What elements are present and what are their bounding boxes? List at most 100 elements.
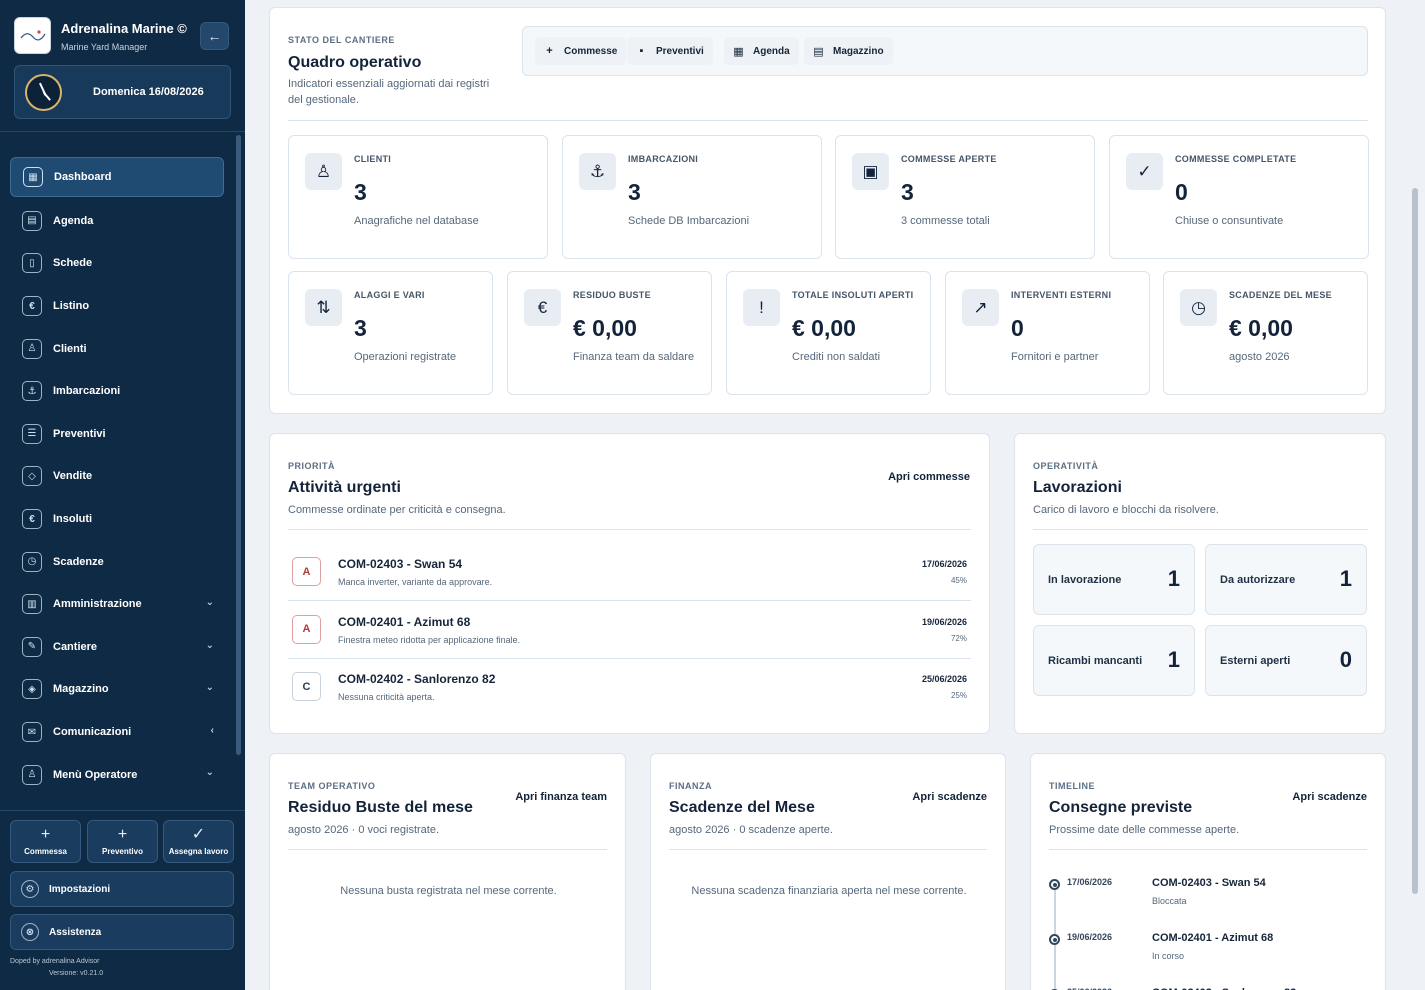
support-button[interactable]: ⊗ Assistenza: [10, 914, 234, 950]
stat-card-residuo-buste: € RESIDUO BUSTE € 0,00 Finanza team da sald…: [507, 271, 712, 395]
open-commesse-link[interactable]: Apri commesse: [888, 471, 970, 483]
buste-panel: TEAM OPERATIVO Residuo Buste del mese ag…: [269, 753, 626, 990]
quick-action-preventivo[interactable]: + Preventivo: [87, 820, 158, 863]
sidebar-item-vendite[interactable]: ◇ Vendite: [10, 455, 224, 498]
stat-value: 3: [628, 179, 641, 205]
sidebar-item-amministrazione[interactable]: ▥ Amministrazione ⌄: [10, 583, 224, 626]
timeline-item[interactable]: 17/06/2026 COM-02403 - Swan 54 Bloccata: [1049, 873, 1369, 923]
sidebar-item-clienti[interactable]: ♙ Clienti: [10, 327, 224, 370]
sidebar-item-label: Cantiere: [53, 640, 98, 653]
quick-link-label: Commesse: [564, 45, 618, 57]
arrows-vertical-icon: ⇅: [305, 289, 342, 326]
sidebar-item-dashboard[interactable]: ▦ Dashboard: [10, 157, 224, 197]
building-icon: ▥: [22, 594, 42, 615]
urgent-list-item[interactable]: A COM-02401 - Azimut 68 Finestra meteo rid…: [288, 602, 971, 659]
lavorazioni-eyebrow: OPERATIVITÀ: [1033, 461, 1099, 471]
stat-card-imbarcazioni: ⚓ IMBARCAZIONI 3 Schede DB Imbarcazioni: [562, 135, 822, 259]
sidebar-scrollbar[interactable]: [236, 135, 241, 755]
brand: Adrenalina Marine © Marine Yard Manager …: [14, 17, 236, 57]
timeline-item[interactable]: 25/06/2026COM-02402 - Sanlorenzo 82: [1049, 983, 1369, 990]
stat-label: INTERVENTI ESTERNI: [1011, 290, 1112, 300]
quick-link-magazzino[interactable]: ▤ Magazzino: [804, 37, 893, 65]
plus-icon: +: [546, 45, 553, 57]
lavorazioni-subtitle: Carico di lavoro e blocchi da risolvere.: [1033, 504, 1219, 516]
lavorazioni-box-label: In lavorazione: [1048, 574, 1122, 586]
quick-action-label: Preventivo: [102, 847, 143, 856]
sidebar-item-listino[interactable]: € Listino: [10, 285, 224, 328]
page-scrollbar[interactable]: [1412, 188, 1418, 894]
buste-subtitle: agosto 2026 · 0 voci registrate.: [288, 824, 440, 836]
alert-icon: !: [743, 289, 780, 326]
sidebar-item-scadenze[interactable]: ◷ Scadenze: [10, 540, 224, 583]
overview-panel: STATO DEL CANTIERE Quadro operativo Indi…: [269, 7, 1386, 414]
lavorazioni-box-in-lavorazione[interactable]: In lavorazione 1: [1033, 544, 1195, 615]
sidebar-item-preventivi[interactable]: ☰ Preventivi: [10, 413, 224, 456]
open-finanza-team-link[interactable]: Apri finanza team: [515, 791, 607, 803]
stat-note: Operazioni registrate: [354, 351, 457, 363]
sidebar-item-label: Vendite: [53, 470, 93, 483]
stat-card-scadenze-del-mese: ◷ SCADENZE DEL MESE € 0,00 agosto 2026: [1163, 271, 1368, 395]
quick-action-assegna-lavoro[interactable]: ✓ Assegna lavoro: [163, 820, 234, 863]
user-icon: ♙: [22, 338, 42, 359]
sidebar-item-imbarcazioni[interactable]: ⚓ Imbarcazioni: [10, 370, 224, 413]
priority-badge: A: [292, 557, 321, 586]
urgent-list-item[interactable]: C COM-02402 - Sanlorenzo 82 Nessuna critic…: [288, 659, 971, 716]
scadenze-title: Scadenze del Mese: [669, 799, 815, 816]
stat-note: Finanza team da saldare: [573, 351, 695, 363]
sidebar-item-cantiere[interactable]: ✎ Cantiere ⌄: [10, 626, 224, 669]
stat-card-clienti: ♙ CLIENTI 3 Anagrafiche nel database: [288, 135, 548, 259]
urgent-item-description: Manca inverter, variante da approvare.: [338, 577, 493, 587]
sidebar-item-comunicazioni[interactable]: ✉ Comunicazioni ‹: [10, 711, 224, 754]
urgent-list-item[interactable]: A COM-02403 - Swan 54 Manca inverter, vari…: [288, 544, 971, 601]
quick-link-commesse[interactable]: + Commesse: [535, 37, 627, 65]
sidebar: Adrenalina Marine © Marine Yard Manager …: [0, 0, 245, 990]
sidebar-item-label: Amministrazione: [53, 598, 142, 611]
lavorazioni-box-label: Ricambi mancanti: [1048, 655, 1143, 667]
open-scadenze-link[interactable]: Apri scadenze: [912, 791, 987, 803]
current-date: Domenica 16/08/2026: [93, 86, 204, 98]
stat-note: Crediti non saldati: [792, 351, 881, 363]
quick-action-commessa[interactable]: + Commessa: [10, 820, 81, 863]
sidebar-item-label: Imbarcazioni: [53, 385, 121, 398]
euro-icon: €: [22, 296, 42, 317]
lavorazioni-panel: OPERATIVITÀ Lavorazioni Carico di lavoro…: [1014, 433, 1386, 734]
sidebar-item-schede[interactable]: ▯ Schede: [10, 242, 224, 285]
settings-label: Impostazioni: [49, 883, 111, 895]
euro-icon: €: [22, 509, 42, 530]
sidebar-item-menu-operatore[interactable]: ♙ Menù Operatore ⌄: [10, 753, 224, 796]
sidebar-item-label: Preventivi: [53, 427, 106, 440]
stat-card-commesse-completate: ✓ COMMESSE COMPLETATE 0 Chiuse o consuntiva…: [1109, 135, 1369, 259]
stat-value: € 0,00: [1229, 315, 1293, 341]
lavorazioni-box-ricambi-mancanti[interactable]: Ricambi mancanti 1: [1033, 625, 1195, 696]
sidebar-item-label: Schede: [53, 257, 93, 270]
lavorazioni-box-esterni-aperti[interactable]: Esterni aperti 0: [1205, 625, 1367, 696]
scadenze-eyebrow: FINANZA: [669, 781, 712, 791]
settings-button[interactable]: ⚙ Impostazioni: [10, 871, 234, 907]
timeline-open-scadenze-link[interactable]: Apri scadenze: [1292, 791, 1367, 803]
lavorazioni-box-label: Da autorizzare: [1220, 574, 1296, 586]
quick-link-agenda[interactable]: ▦ Agenda: [724, 37, 799, 65]
urgent-eyebrow: PRIORITÀ: [288, 461, 336, 471]
sidebar-item-agenda[interactable]: ▤ Agenda: [10, 200, 224, 243]
stat-label: TOTALE INSOLUTI APERTI: [792, 290, 914, 300]
brand-title: Adrenalina Marine ©: [61, 21, 187, 36]
sidebar-item-magazzino[interactable]: ◈ Magazzino ⌄: [10, 668, 224, 711]
stat-note: Schede DB Imbarcazioni: [628, 215, 750, 227]
quick-action-label: Commessa: [24, 847, 67, 856]
sidebar-item-insoluti[interactable]: € Insoluti: [10, 498, 224, 541]
lavorazioni-box-value: 0: [1339, 647, 1352, 672]
timeline-item[interactable]: 19/06/2026 COM-02401 - Azimut 68 In corso: [1049, 928, 1369, 978]
urgent-item-date: 25/06/2026: [921, 674, 967, 684]
calendar-icon: ▦: [733, 45, 744, 58]
quick-link-preventivi[interactable]: ▪ Preventivi: [627, 37, 713, 65]
timeline-dot-icon: [1049, 879, 1060, 890]
check-icon: ✓: [191, 826, 206, 843]
lavorazioni-box-label: Esterni aperti: [1220, 655, 1291, 667]
support-label: Assistenza: [49, 926, 102, 938]
collapse-sidebar-button[interactable]: ←: [200, 22, 229, 50]
lavorazioni-box-da-autorizzare[interactable]: Da autorizzare 1: [1205, 544, 1367, 615]
chevron-left-icon: ‹: [210, 724, 214, 736]
tag-icon: ◇: [22, 466, 42, 487]
lifebuoy-icon: ⊗: [21, 923, 39, 941]
stat-label: ALAGGI E VARI: [354, 290, 425, 300]
